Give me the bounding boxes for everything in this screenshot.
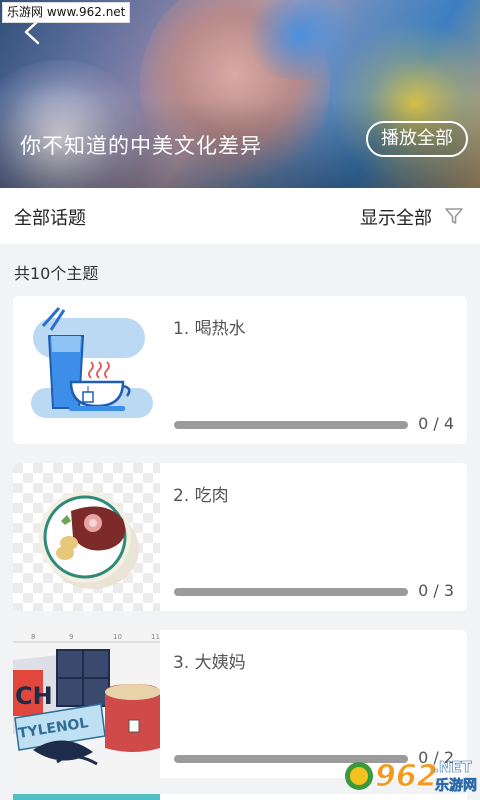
progress-count: 0 / 3	[418, 581, 454, 600]
progress-count: 0 / 4	[418, 414, 454, 433]
svg-text:9: 9	[69, 633, 73, 641]
topic-card-2[interactable]: 2. 吃肉 0 / 3	[13, 463, 467, 611]
svg-text:11: 11	[151, 633, 160, 641]
show-all-toggle[interactable]: 显示全部	[360, 204, 432, 230]
svg-text:.NET: .NET	[433, 758, 472, 776]
svg-text:962: 962	[375, 759, 438, 794]
hot-water-thumbnail	[13, 296, 160, 444]
svg-text:CH: CH	[15, 682, 53, 710]
progress-bar	[174, 588, 408, 596]
svg-text:10: 10	[113, 633, 122, 641]
topic-title: 3. 大姨妈	[173, 653, 246, 673]
filter-icon[interactable]	[444, 206, 464, 226]
topic-title: 2. 吃肉	[173, 486, 229, 506]
meat-thumbnail	[13, 463, 160, 611]
svg-text:乐游网: 乐游网	[435, 777, 477, 794]
topic-card-1[interactable]: 1. 喝热水 0 / 4	[13, 296, 467, 444]
period-thumbnail: 8 9 10 11 CH TYLENOL	[13, 630, 160, 778]
course-title: 你不知道的中美文化差异	[20, 134, 262, 158]
site-logo: 962 .NET 乐游网	[345, 758, 477, 795]
svg-text:8: 8	[31, 633, 35, 641]
topic-title: 1. 喝热水	[173, 319, 246, 339]
watermark-label: 乐游网 www.962.net	[2, 2, 131, 23]
topic-filter-bar: 全部话题 显示全部	[0, 188, 480, 244]
all-topics-label: 全部话题	[14, 208, 86, 229]
play-all-button[interactable]: 播放全部	[366, 121, 468, 157]
topic-count: 共10个主题	[14, 264, 99, 283]
progress-bar	[174, 421, 408, 429]
